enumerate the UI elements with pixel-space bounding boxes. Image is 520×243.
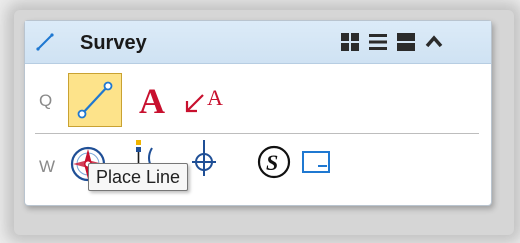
row-label-q: Q — [39, 91, 53, 110]
tooltip: Place Line — [88, 163, 189, 191]
tool-row-q: Q A A — [25, 63, 491, 133]
s-symbol-tool[interactable]: S — [257, 145, 291, 179]
row-label-w: W — [39, 157, 56, 176]
large-view-icon[interactable] — [395, 31, 417, 53]
grid-view-icon[interactable] — [339, 31, 361, 53]
place-line-tool[interactable] — [68, 73, 122, 127]
window-tool[interactable] — [301, 149, 331, 175]
collapse-icon[interactable] — [423, 31, 445, 53]
place-note-tool[interactable]: A — [183, 79, 231, 119]
text-tool[interactable]: A — [133, 77, 177, 121]
toolbox-title: Survey — [80, 32, 147, 54]
svg-text:S: S — [266, 150, 278, 175]
svg-text:A: A — [207, 85, 223, 110]
place-line-icon — [77, 81, 113, 119]
place-note-icon: A — [185, 85, 223, 113]
text-icon: A — [139, 81, 165, 121]
s-symbol-icon: S — [257, 145, 291, 179]
survey-line-icon — [36, 33, 54, 51]
target-icon — [192, 140, 216, 176]
target-tool[interactable] — [187, 138, 221, 178]
toolbox-header[interactable]: Survey — [25, 21, 491, 64]
svg-text:A: A — [139, 81, 165, 121]
list-view-icon[interactable] — [367, 31, 389, 53]
window-icon — [302, 151, 330, 173]
